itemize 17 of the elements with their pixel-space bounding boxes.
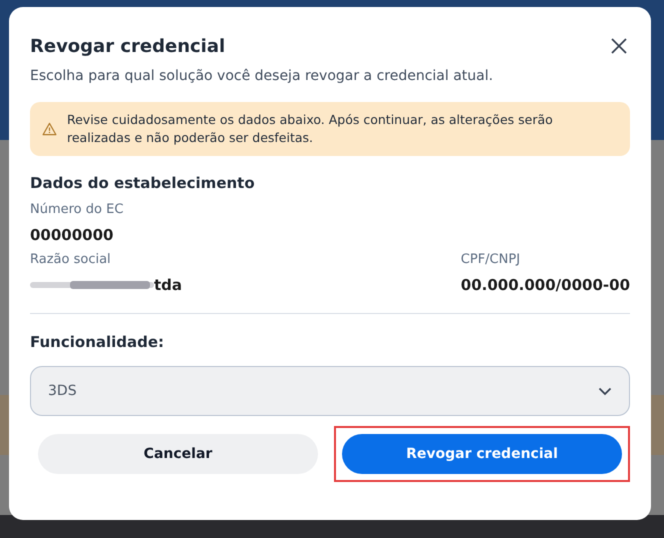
alert-text: Revise cuidadosamente os dados abaixo. Após continuar, as alterações serão realizadas e não poderão ser desfeitas. — [66, 111, 554, 147]
field-value: tda — [154, 275, 182, 295]
select-label: Funcionalidade: — [30, 332, 166, 352]
field-label: Razão social — [30, 251, 112, 269]
warning-icon — [42, 120, 57, 138]
section-title: Dados do estabelecimento — [30, 173, 256, 193]
field-value: 00000000 — [30, 225, 114, 245]
field-label: CPF/CNPJ — [460, 251, 520, 269]
dialog-title: Revogar credencial — [30, 35, 226, 59]
cancel-button[interactable]: Cancelar — [38, 434, 318, 474]
dialog-subtitle: Escolha para qual solução você deseja revogar a credencial atual. — [30, 67, 494, 86]
close-icon[interactable] — [610, 37, 628, 55]
revoke-button[interactable]: Revogar credencial — [342, 434, 622, 474]
field-value: 00.000.000/0000-00 — [460, 275, 630, 295]
field-label: Número do EC — [30, 201, 124, 219]
functionality-select[interactable]: 3DS — [30, 366, 630, 416]
chevron-down-icon — [598, 386, 612, 396]
